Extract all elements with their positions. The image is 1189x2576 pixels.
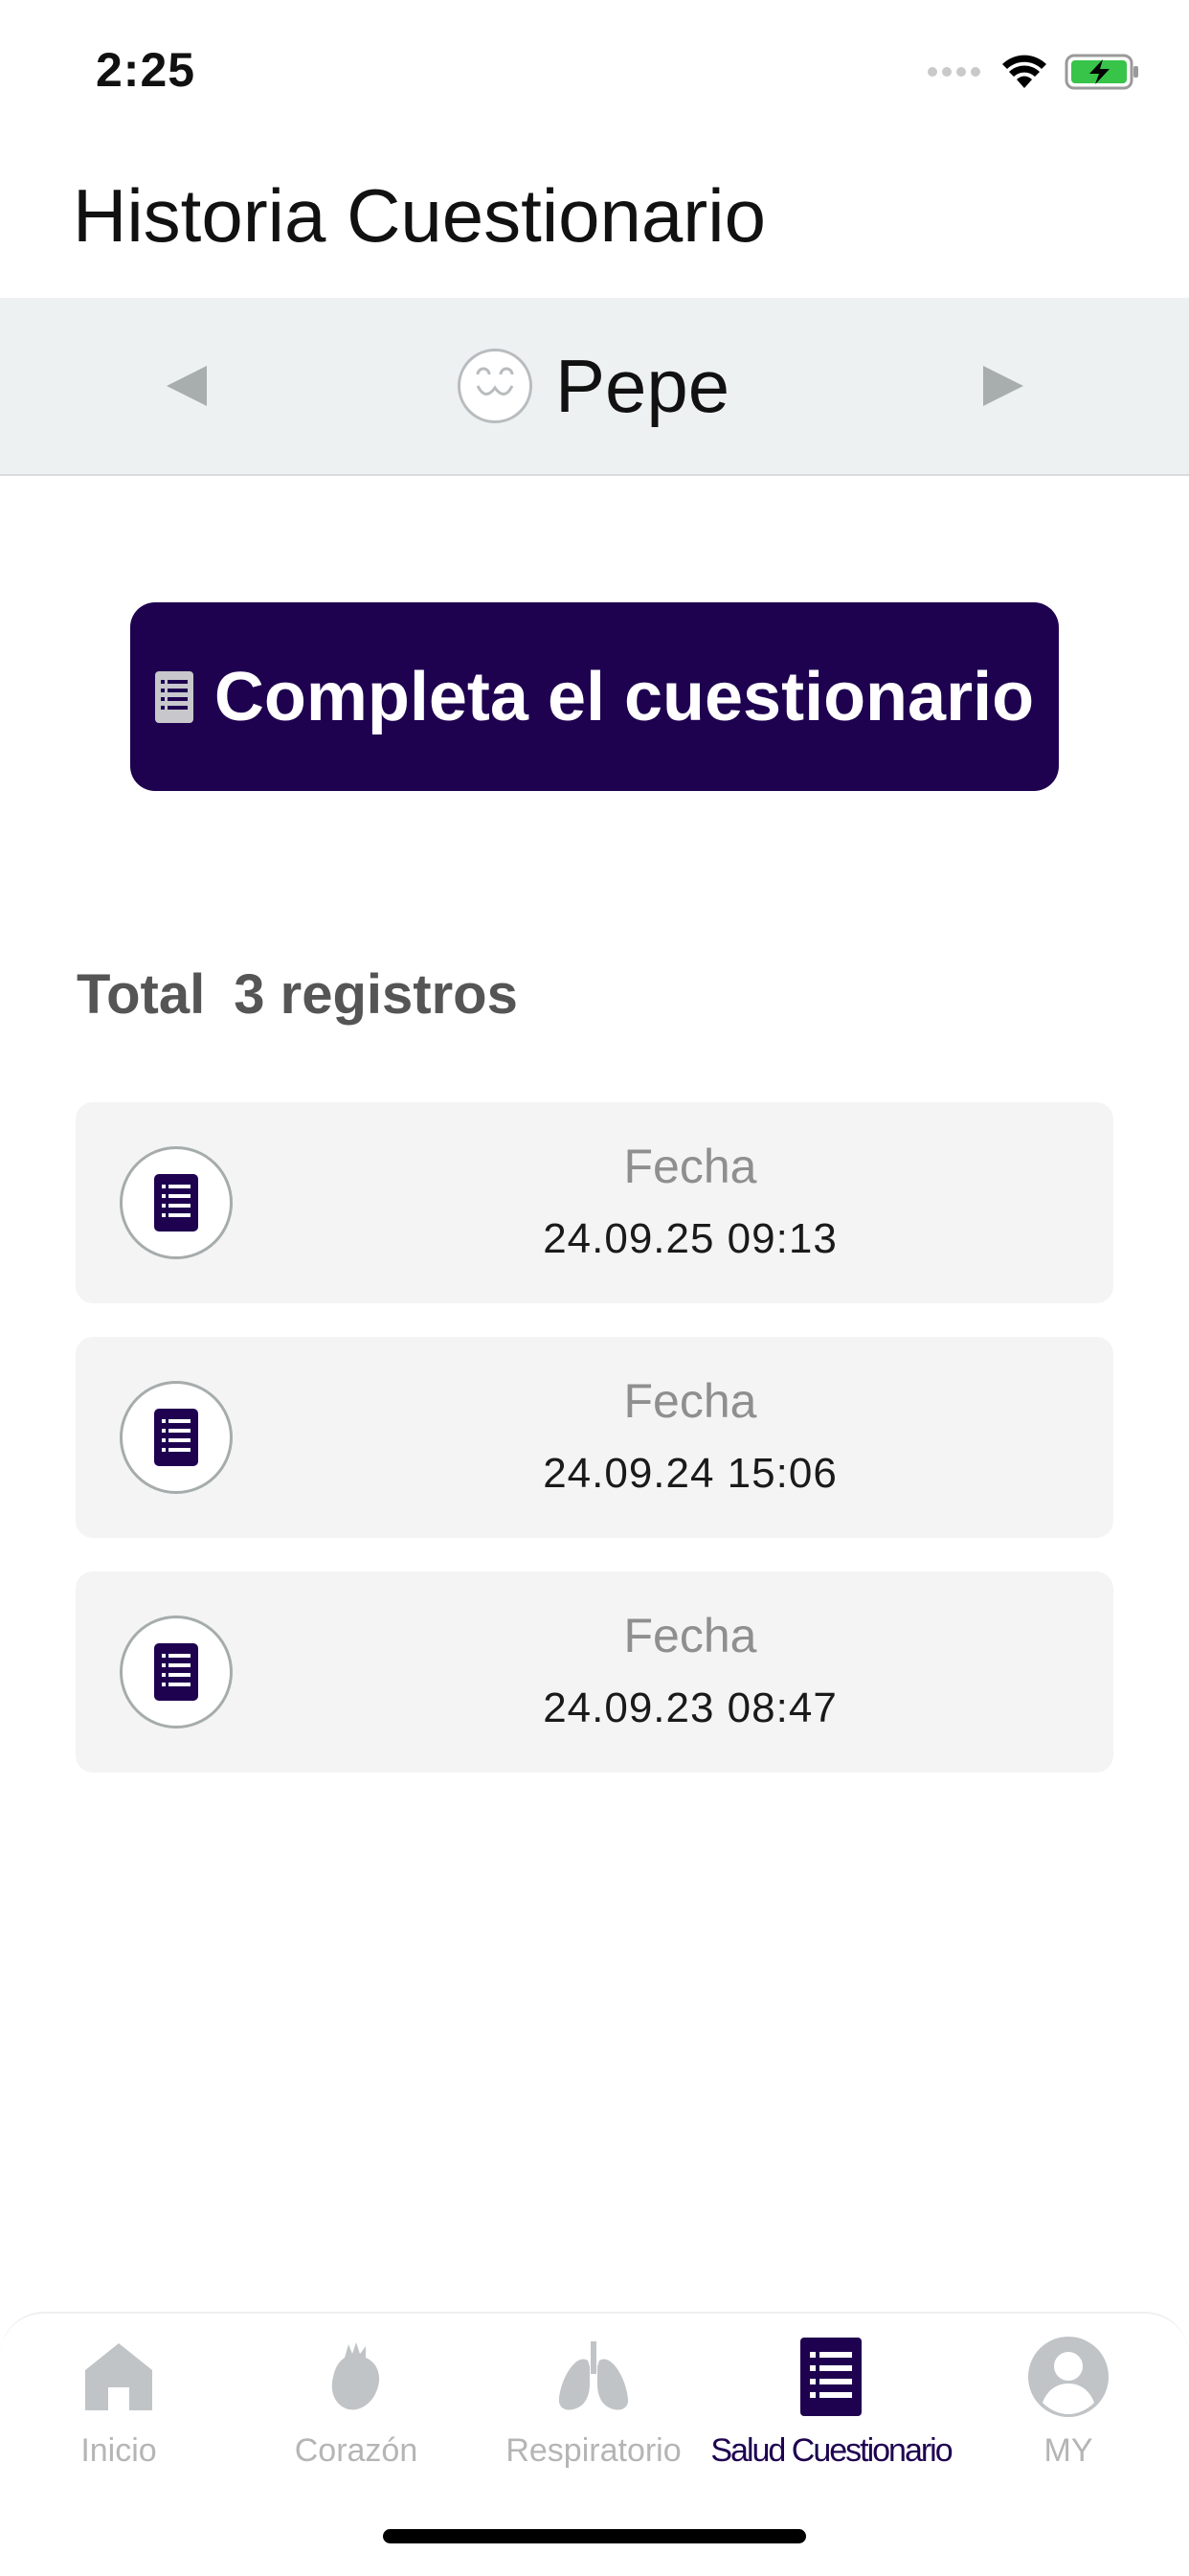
status-icons	[927, 50, 1141, 98]
record-icon	[120, 1616, 233, 1729]
record-text: Fecha 24.09.24 15:06	[267, 1373, 1113, 1498]
home-indicator	[383, 2529, 806, 2543]
face-avatar-icon	[458, 349, 532, 423]
list-document-icon	[154, 1409, 198, 1466]
profile-name: Pepe	[555, 343, 730, 428]
record-item[interactable]: Fecha 24.09.24 15:06	[76, 1337, 1113, 1538]
tab-label: MY	[1043, 2432, 1093, 2469]
previous-profile-button[interactable]	[129, 298, 244, 474]
record-list: Fecha 24.09.25 09:13 Fecha 24.09.24 15:0…	[76, 1102, 1113, 1806]
tab-label: Salud Cuestionario	[710, 2432, 953, 2469]
complete-questionnaire-button[interactable]: Completa el cuestionario	[130, 602, 1059, 791]
tab-label: Inicio	[80, 2432, 157, 2469]
record-label: Fecha	[623, 1140, 757, 1193]
tab-respiratorio[interactable]: Respiratorio	[475, 2333, 712, 2476]
record-date: 24.09.24 15:06	[543, 1450, 838, 1497]
list-document-icon	[154, 670, 193, 723]
lungs-icon	[555, 2333, 632, 2421]
tab-label: Respiratorio	[505, 2432, 682, 2469]
tab-my[interactable]: MY	[950, 2333, 1187, 2476]
list-document-icon	[154, 1174, 198, 1232]
record-text: Fecha 24.09.23 08:47	[267, 1608, 1113, 1732]
cta-label: Completa el cuestionario	[213, 658, 1035, 735]
triangle-right-icon	[983, 366, 1023, 406]
battery-charging-icon	[1065, 54, 1141, 95]
record-icon	[120, 1381, 233, 1494]
record-date: 24.09.25 09:13	[543, 1215, 838, 1262]
wifi-icon	[1001, 54, 1047, 95]
records-summary: Total 3 registros	[77, 962, 518, 1027]
triangle-left-icon	[167, 366, 207, 406]
record-label: Fecha	[623, 1374, 757, 1428]
record-date: 24.09.23 08:47	[543, 1684, 838, 1731]
summary-label: Total	[77, 963, 206, 1026]
profile-selector: Pepe	[0, 298, 1189, 476]
tab-corazon[interactable]: Corazón	[237, 2333, 475, 2476]
tab-salud-cuestionario[interactable]: Salud Cuestionario	[710, 2333, 953, 2476]
status-time: 2:25	[96, 43, 196, 97]
current-profile[interactable]: Pepe	[458, 298, 729, 474]
tab-label: Corazón	[294, 2432, 418, 2469]
signal-dots-icon	[927, 65, 984, 83]
list-document-icon	[154, 1643, 198, 1701]
page-title: Historia Cuestionario	[73, 173, 766, 258]
status-bar: 2:25	[0, 0, 1189, 144]
summary-count: 3 registros	[234, 963, 518, 1026]
next-profile-button[interactable]	[946, 298, 1061, 474]
record-item[interactable]: Fecha 24.09.25 09:13	[76, 1102, 1113, 1303]
heart-icon	[327, 2333, 385, 2421]
home-icon	[81, 2333, 156, 2421]
record-label: Fecha	[623, 1609, 757, 1662]
record-item[interactable]: Fecha 24.09.23 08:47	[76, 1571, 1113, 1773]
user-icon	[1027, 2333, 1110, 2421]
record-text: Fecha 24.09.25 09:13	[267, 1139, 1113, 1263]
tab-inicio[interactable]: Inicio	[0, 2333, 237, 2476]
list-icon	[800, 2333, 862, 2421]
record-icon	[120, 1146, 233, 1259]
